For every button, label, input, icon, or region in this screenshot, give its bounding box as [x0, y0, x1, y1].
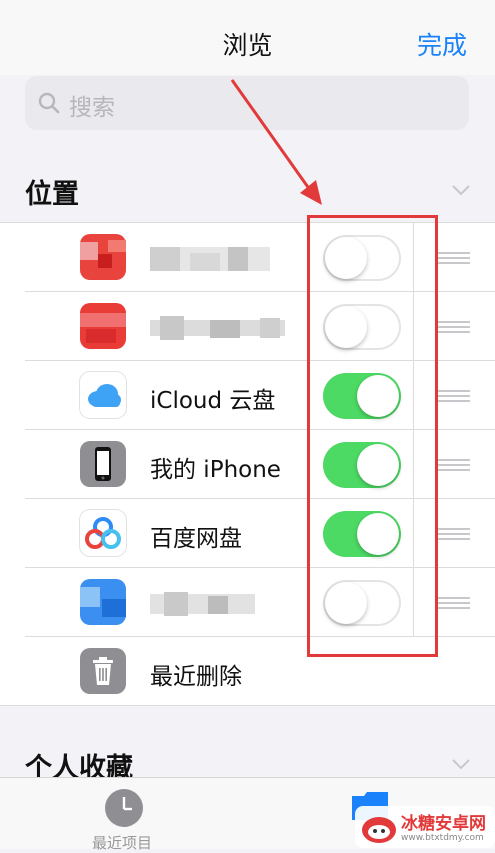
watermark-url: www.btxtdmy.com: [401, 833, 484, 843]
watermark: 冰糖安卓网 www.btxtdmy.com: [355, 806, 495, 848]
watermark-title: 冰糖安卓网: [401, 814, 486, 834]
watermark-logo-icon: [362, 817, 396, 843]
annotation-box: [307, 215, 438, 657]
